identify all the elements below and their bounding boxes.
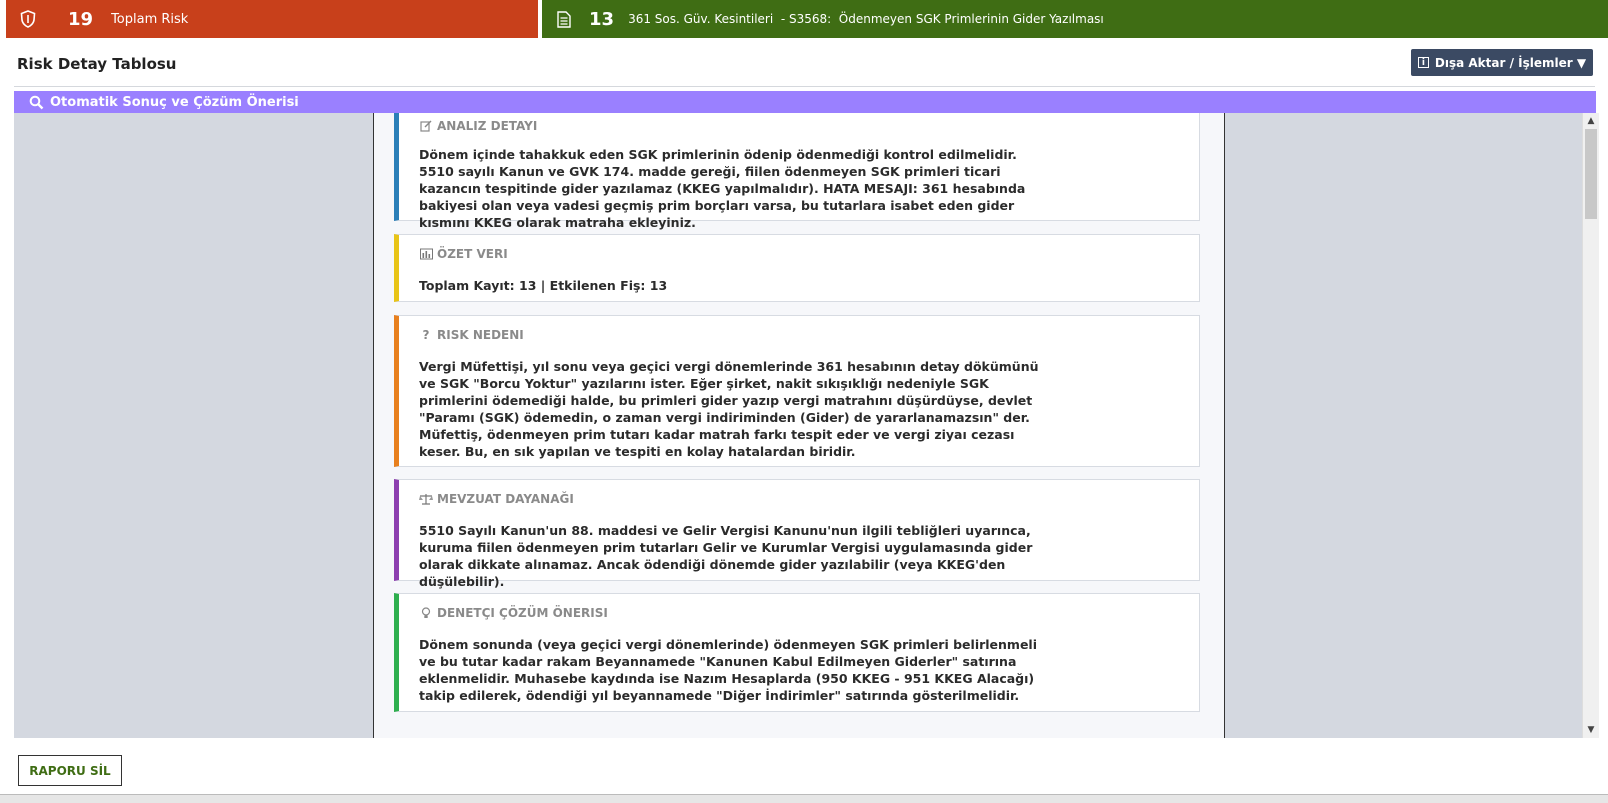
solution-card-header: DENETÇI ÇÖZÜM ÖNERISI: [419, 606, 1199, 620]
section-header[interactable]: Otomatik Sonuç ve Çözüm Önerisi: [14, 91, 1596, 113]
document-icon: [557, 10, 573, 28]
summary-card: ÖZET VERI Toplam Kayıt: 13 | Etkilenen F…: [394, 234, 1200, 302]
legislation-card-title: MEVZUAT DAYANAĞI: [437, 492, 574, 506]
info-icon: i: [1417, 57, 1429, 68]
delete-report-button[interactable]: RAPORU SİL: [18, 755, 122, 786]
page-title: Risk Detay Tablosu: [17, 55, 177, 73]
item-count: 13: [589, 8, 615, 30]
total-risk-banner[interactable]: 19 Toplam Risk: [6, 0, 538, 38]
risk-reason-card-header: ? RISK NEDENI: [419, 328, 1199, 342]
risk-reason-card-title: RISK NEDENI: [437, 328, 524, 342]
risk-count: 19: [68, 8, 94, 30]
analysis-card-title: ANALIZ DETAYI: [437, 119, 538, 133]
export-button[interactable]: i Dışa Aktar / İşlemler ▼: [1411, 49, 1593, 76]
risk-reason-card-text: Vergi Müfettişi, yıl sonu veya geçici ve…: [419, 359, 1039, 459]
chart-icon: [419, 248, 433, 260]
scrollbar-thumb[interactable]: [1585, 129, 1597, 219]
note-icon: [419, 120, 433, 132]
divider: [14, 86, 1595, 87]
solution-card: DENETÇI ÇÖZÜM ÖNERISI Dönem sonunda (vey…: [394, 593, 1200, 712]
top-bar: 19 Toplam Risk 13 361 Sos. Güv. Kesintil…: [0, 0, 1608, 38]
analysis-card-header: ANALIZ DETAYI: [419, 119, 1199, 133]
vertical-scrollbar[interactable]: ▲ ▼: [1582, 113, 1599, 738]
summary-card-title: ÖZET VERI: [437, 247, 508, 261]
page-header: Risk Detay Tablosu i Dışa Aktar / İşleml…: [0, 38, 1608, 88]
scroll-up-arrow-icon[interactable]: ▲: [1583, 113, 1599, 129]
analysis-card: ANALIZ DETAYI Dönem içinde tahakkuk eden…: [394, 113, 1200, 230]
analysis-card-text: Dönem içinde tahakkuk eden SGK primlerin…: [419, 147, 1026, 230]
export-label: Dışa Aktar / İşlemler ▼: [1434, 55, 1587, 70]
content-area: ANALIZ DETAYI Dönem içinde tahakkuk eden…: [14, 113, 1582, 738]
scale-icon: [419, 493, 433, 505]
risk-label: Toplam Risk: [111, 11, 189, 27]
summary-card-text: Toplam Kayıt: 13 | Etkilenen Fiş: 13: [419, 278, 668, 293]
search-icon: [29, 95, 44, 110]
shield-icon: [20, 10, 38, 28]
legislation-card-text: 5510 Sayılı Kanun'un 88. maddesi ve Geli…: [419, 523, 1033, 589]
rule-banner[interactable]: 13 361 Sos. Güv. Kesintileri - S3568: Öd…: [542, 0, 1608, 38]
scroll-down-arrow-icon[interactable]: ▼: [1583, 722, 1599, 738]
solution-card-text: Dönem sonunda (veya geçici vergi dönemle…: [419, 637, 1037, 703]
solution-card-title: DENETÇI ÇÖZÜM ÖNERISI: [437, 606, 608, 620]
report-panel: ANALIZ DETAYI Dönem içinde tahakkuk eden…: [373, 113, 1225, 738]
lightbulb-icon: [419, 607, 433, 619]
summary-card-header: ÖZET VERI: [419, 247, 1199, 261]
section-title: Otomatik Sonuç ve Çözüm Önerisi: [50, 94, 299, 110]
question-icon: ?: [422, 328, 430, 342]
legislation-card-header: MEVZUAT DAYANAĞI: [419, 492, 1199, 506]
risk-reason-card: ? RISK NEDENI Vergi Müfettişi, yıl sonu …: [394, 315, 1200, 467]
rule-label: 361 Sos. Güv. Kesintileri - S3568: Ödenm…: [628, 12, 1104, 26]
legislation-card: MEVZUAT DAYANAĞI 5510 Sayılı Kanun'un 88…: [394, 479, 1200, 589]
